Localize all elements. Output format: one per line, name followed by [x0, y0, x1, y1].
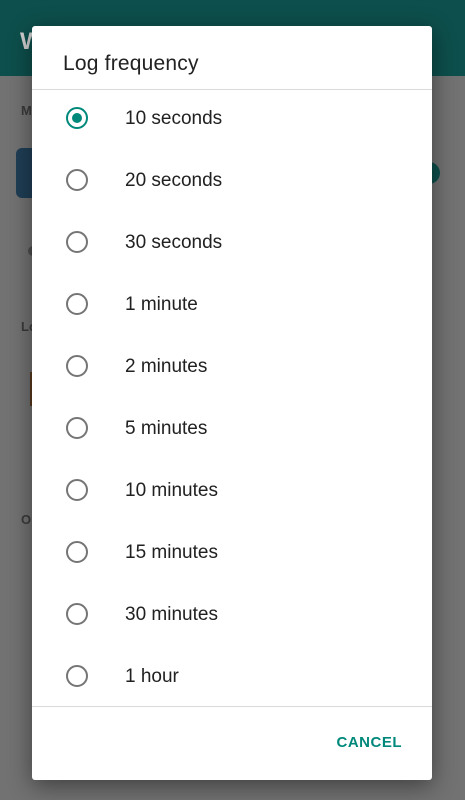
option-label: 30 seconds — [125, 232, 223, 253]
radio-option[interactable]: 10 minutes — [32, 462, 432, 524]
radio-button-unchecked-icon[interactable] — [66, 665, 88, 687]
radio-button-unchecked-icon[interactable] — [66, 355, 88, 377]
section-header-fragment: O — [21, 512, 32, 527]
option-label: 1 hour — [125, 666, 179, 687]
log-frequency-dialog: Log frequency 10 seconds 20 seconds 30 sec… — [32, 26, 432, 780]
option-label: 2 minutes — [125, 356, 208, 377]
option-label: 20 seconds — [125, 170, 223, 191]
option-label: 5 minutes — [125, 418, 208, 439]
option-label: 30 minutes — [125, 604, 218, 625]
option-label: 1 minute — [125, 294, 198, 315]
actions-divider — [32, 706, 432, 707]
option-label: 10 minutes — [125, 480, 218, 501]
radio-button-unchecked-icon[interactable] — [66, 231, 88, 253]
cancel-button[interactable]: CANCEL — [337, 734, 403, 751]
radio-button-unchecked-icon[interactable] — [66, 479, 88, 501]
frequency-options: 10 seconds 20 seconds 30 seconds 1 minute 2 … — [32, 90, 432, 710]
radio-option[interactable]: 10 seconds — [32, 90, 432, 152]
radio-button-unchecked-icon[interactable] — [66, 603, 88, 625]
radio-option[interactable]: 1 minute — [32, 276, 432, 338]
radio-option[interactable]: 2 minutes — [32, 338, 432, 400]
radio-button-unchecked-icon[interactable] — [66, 293, 88, 315]
dialog-title: Log frequency — [63, 52, 199, 75]
radio-option[interactable]: 15 minutes — [32, 524, 432, 586]
option-label: 10 seconds — [125, 108, 223, 129]
section-header-fragment: M — [21, 103, 32, 118]
radio-option[interactable]: 20 seconds — [32, 152, 432, 214]
radio-button-unchecked-icon[interactable] — [66, 541, 88, 563]
radio-button-unchecked-icon[interactable] — [66, 169, 88, 191]
radio-button-unchecked-icon[interactable] — [66, 417, 88, 439]
radio-option[interactable]: 30 seconds — [32, 214, 432, 276]
radio-button-checked-icon[interactable] — [66, 107, 88, 129]
option-label: 15 minutes — [125, 542, 218, 563]
radio-option[interactable]: 30 minutes — [32, 586, 432, 648]
radio-option[interactable]: 1 hour — [32, 648, 432, 710]
radio-option[interactable]: 5 minutes — [32, 400, 432, 462]
